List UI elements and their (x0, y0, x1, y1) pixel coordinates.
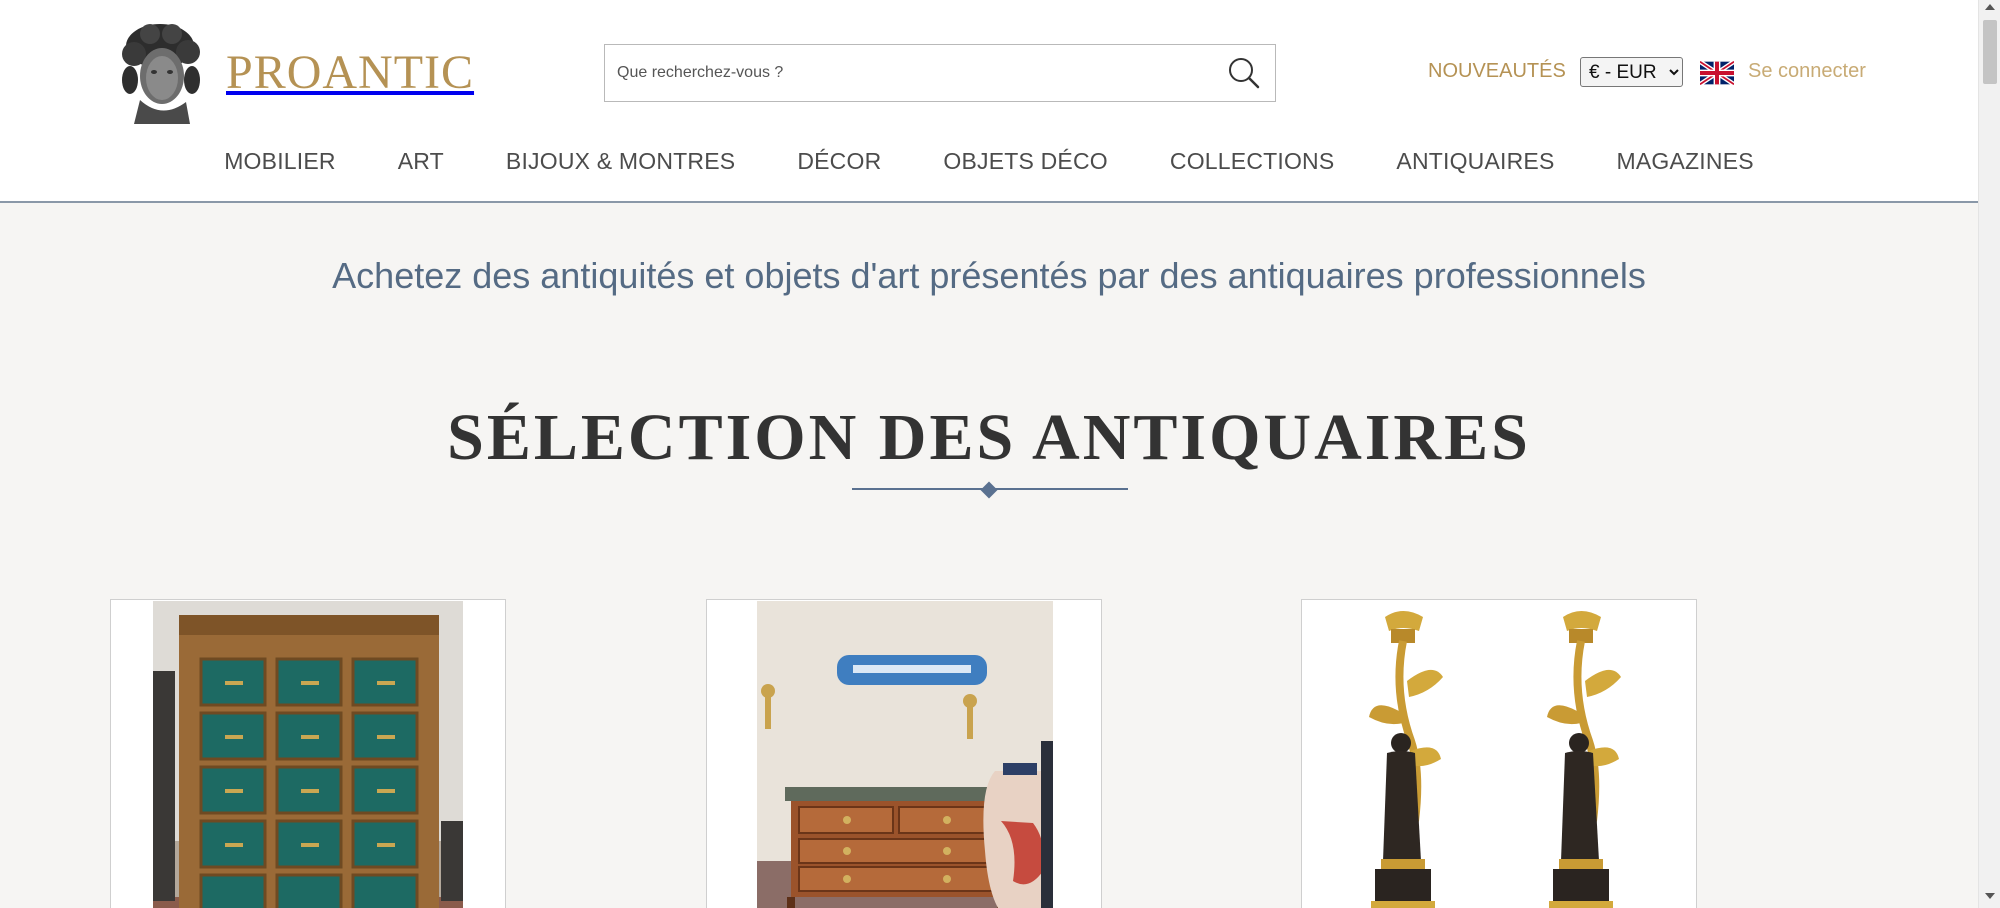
search-button[interactable] (1213, 45, 1275, 101)
product-card-1[interactable] (110, 599, 506, 908)
nav-item-antiquaires[interactable]: ANTIQUAIRES (1396, 148, 1554, 175)
filing-cabinet-photo (153, 601, 463, 908)
commode-photo (757, 601, 1053, 908)
nouveautes-link[interactable]: NOUVEAUTÉS (1428, 60, 1566, 83)
nav-item-mobilier[interactable]: MOBILIER (224, 148, 336, 175)
title-divider-diamond (980, 481, 998, 499)
scroll-down-arrow-icon[interactable] (1985, 893, 1995, 899)
scroll-thumb[interactable] (1983, 20, 1997, 84)
scroll-up-arrow-icon[interactable] (1985, 4, 1995, 10)
search-input[interactable] (605, 45, 1205, 101)
nav-item-objets-deco[interactable]: OBJETS DÉCO (943, 148, 1108, 175)
logo-text: PROANTIC (226, 45, 475, 99)
site-header: PROANTIC NOUVEAUTÉS € - EUR Se connecter… (0, 0, 1978, 203)
login-link[interactable]: Se connecter (1748, 60, 1866, 83)
site-logo[interactable]: PROANTIC (110, 20, 474, 124)
uk-flag-icon[interactable] (1700, 61, 1734, 85)
product-card-2[interactable] (706, 599, 1102, 908)
main-navigation: MOBILIER ART BIJOUX & MONTRES DÉCOR OBJE… (0, 148, 1978, 175)
nav-item-decor[interactable]: DÉCOR (797, 148, 881, 175)
nav-item-art[interactable]: ART (398, 148, 444, 175)
nav-item-magazines[interactable]: MAGAZINES (1617, 148, 1754, 175)
tagline: Achetez des antiquités et objets d'art p… (332, 255, 1646, 296)
nav-item-bijoux-montres[interactable]: BIJOUX & MONTRES (506, 148, 735, 175)
currency-select[interactable]: € - EUR (1580, 57, 1683, 87)
product-card-3[interactable] (1301, 599, 1697, 908)
vertical-scrollbar[interactable] (1978, 0, 2000, 908)
search-bar (604, 44, 1276, 102)
section-title: SÉLECTION DES ANTIQUAIRES (447, 401, 1531, 474)
nav-item-collections[interactable]: COLLECTIONS (1170, 148, 1335, 175)
candelabra-pair-photo (1303, 601, 1696, 908)
search-icon (1229, 58, 1260, 89)
bust-logo-icon (122, 24, 200, 124)
